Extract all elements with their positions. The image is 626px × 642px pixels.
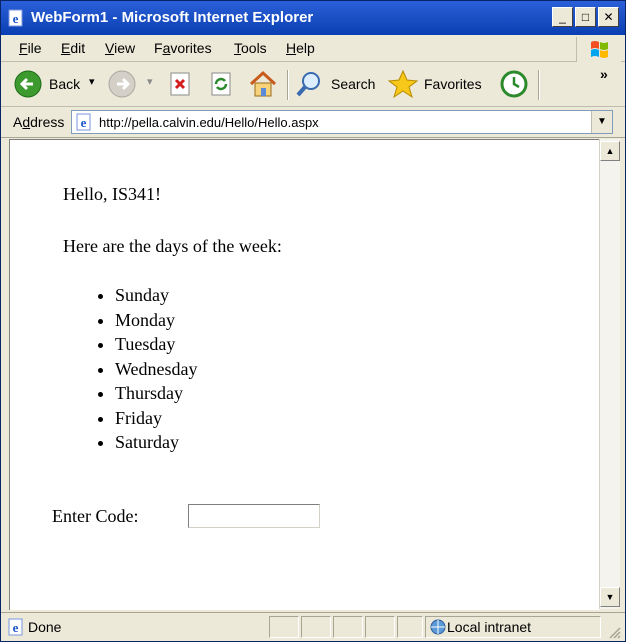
- browser-window: e WebForm1 - Microsoft Internet Explorer…: [0, 0, 626, 642]
- code-label: Enter Code:: [52, 506, 139, 526]
- scroll-up-button[interactable]: ▲: [600, 141, 620, 161]
- favorites-label: Favorites: [424, 76, 482, 92]
- standard-toolbar: Back ▾ ▾ Search Favorites »: [1, 62, 625, 107]
- vertical-scrollbar[interactable]: ▲ ▼: [599, 139, 620, 609]
- menu-view[interactable]: View: [105, 40, 135, 56]
- maximize-button[interactable]: □: [575, 7, 596, 27]
- security-zone-text: Local intranet: [447, 619, 532, 635]
- address-input[interactable]: e http://pella.calvin.edu/Hello/Hello.as…: [71, 110, 613, 134]
- address-label: Address: [13, 114, 65, 130]
- days-list: Sunday Monday Tuesday Wednesday Thursday…: [63, 283, 198, 455]
- menu-help[interactable]: Help: [286, 40, 315, 56]
- ie-page-icon: e: [76, 113, 91, 131]
- days-label: Here are the days of the week:: [63, 236, 282, 256]
- menu-bar: File Edit View Favorites Tools Help: [1, 35, 625, 62]
- list-item: Sunday: [115, 283, 198, 308]
- history-icon[interactable]: [499, 69, 529, 99]
- list-item: Thursday: [115, 381, 198, 406]
- toolbar-separator: [287, 70, 289, 100]
- address-bar: Address e http://pella.calvin.edu/Hello/…: [1, 107, 625, 138]
- status-bar: e Done Local intranet: [1, 612, 625, 641]
- resize-grip-icon[interactable]: [605, 623, 621, 639]
- toolbar-separator: [538, 70, 540, 100]
- ie-page-icon: e: [8, 9, 23, 27]
- status-panel: [269, 616, 299, 638]
- list-item: Saturday: [115, 430, 198, 455]
- minimize-button[interactable]: _: [552, 7, 573, 27]
- code-input[interactable]: [188, 504, 320, 528]
- intranet-globe-icon: [430, 619, 446, 635]
- status-panel: [301, 616, 331, 638]
- menu-favorites[interactable]: Favorites: [154, 40, 212, 56]
- menu-file[interactable]: File: [19, 40, 42, 56]
- back-label: Back: [49, 76, 81, 92]
- windows-logo: [576, 37, 621, 63]
- scroll-down-button[interactable]: ▼: [600, 587, 620, 607]
- menu-tools[interactable]: Tools: [234, 40, 267, 56]
- stop-icon[interactable]: [168, 71, 194, 97]
- toolbar-chevron[interactable]: »: [600, 66, 608, 82]
- status-panel: [365, 616, 395, 638]
- search-label: Search: [331, 76, 376, 92]
- search-magnifier-icon: [296, 72, 320, 97]
- list-item: Friday: [115, 406, 198, 431]
- list-item: Monday: [115, 308, 198, 333]
- forward-arrow-icon[interactable]: [107, 69, 137, 99]
- window-title: WebForm1 - Microsoft Internet Explorer: [31, 9, 314, 26]
- list-item: Tuesday: [115, 332, 198, 357]
- svg-text:e: e: [13, 620, 19, 635]
- address-url: http://pella.calvin.edu/Hello/Hello.aspx: [99, 115, 319, 130]
- status-panel: [333, 616, 363, 638]
- page-done-icon: e: [8, 618, 23, 636]
- back-arrow-icon: [14, 70, 42, 98]
- back-dropdown-icon[interactable]: ▾: [89, 75, 95, 88]
- favorites-star-icon: [387, 69, 419, 99]
- refresh-icon[interactable]: [209, 71, 235, 97]
- list-item: Wednesday: [115, 357, 198, 382]
- menu-edit[interactable]: Edit: [61, 40, 85, 56]
- title-bar[interactable]: e WebForm1 - Microsoft Internet Explorer…: [1, 1, 625, 35]
- close-button[interactable]: ✕: [598, 7, 619, 27]
- status-text: Done: [28, 619, 62, 635]
- home-icon[interactable]: [247, 68, 279, 100]
- status-panel: [397, 616, 423, 638]
- windows-flag-icon: [591, 41, 608, 58]
- page-content: Hello, IS341! Here are the days of the w…: [9, 139, 600, 610]
- svg-text:e: e: [81, 115, 87, 130]
- address-dropdown-button[interactable]: ▼: [591, 111, 612, 133]
- svg-text:e: e: [13, 11, 19, 26]
- greeting-text: Hello, IS341!: [63, 184, 161, 204]
- forward-dropdown-icon[interactable]: ▾: [147, 75, 153, 88]
